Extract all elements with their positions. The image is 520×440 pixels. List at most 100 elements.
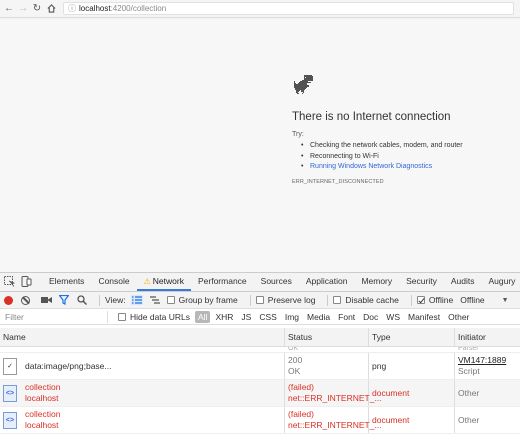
back-arrow-icon[interactable]: ← [3,3,15,15]
forward-arrow-icon[interactable]: → [17,3,29,15]
request-name: collection [25,409,61,419]
url-path: :4200/collection [110,4,167,13]
view-label: View: [105,295,126,305]
toolbar-divider [249,294,251,306]
reload-icon[interactable]: ↻ [31,3,43,15]
offline-option[interactable]: Offline [416,295,454,305]
group-by-frame-label: Group by frame [178,295,238,305]
table-row[interactable]: <> collection localhost (failed) net::ER… [0,380,520,407]
request-name: data:image/png;base... [25,360,112,371]
record-button[interactable] [4,295,13,305]
suggestions-list: Checking the network cables, modem, and … [301,141,463,173]
tab-augury[interactable]: Augury [481,276,520,291]
search-icon[interactable] [76,295,88,305]
tab-elements[interactable]: Elements [42,276,91,291]
offline-checkbox[interactable] [416,296,425,304]
group-by-frame-checkbox[interactable] [166,296,175,304]
filter-input[interactable] [2,310,108,323]
request-host: localhost [25,420,59,430]
clipped-status: OK [288,347,299,352]
initiator-kind: Script [458,366,480,376]
inspect-element-icon[interactable] [4,274,15,288]
clear-button[interactable] [21,295,30,305]
initiator-link[interactable]: VM147:1889 [458,355,520,366]
initiator-kind: Other [458,387,480,398]
tab-network-label: Network [152,276,184,286]
offline-label: Offline [428,295,454,305]
camera-icon[interactable] [40,295,52,305]
type-filter-media[interactable]: Media [304,311,333,323]
column-header-type[interactable]: Type [369,328,455,346]
clipped-initiator: Parser [458,347,479,352]
suggestion-item: Reconnecting to Wi-Fi [301,152,463,163]
tab-network[interactable]: ⚠ Network [136,276,191,291]
try-label: Try: [292,131,304,138]
toolbar-divider [410,294,412,306]
preserve-log-checkbox[interactable] [255,296,264,304]
type-filter-manifest[interactable]: Manifest [405,311,443,323]
document-file-icon: <> [3,411,17,429]
tab-audits[interactable]: Audits [444,276,482,291]
request-name: collection [25,382,61,392]
status-text: OK [288,366,301,376]
throttle-select[interactable]: Offline ▼ [460,295,508,305]
filter-bar: Hide data URLs All XHR JS CSS Img Media … [0,309,520,325]
table-header: Name Status Type Initiator [0,328,520,347]
tab-application[interactable]: Application [299,276,355,291]
large-rows-icon[interactable] [130,295,143,305]
warning-icon: ⚠ [143,277,151,286]
type-filter-all[interactable]: All [195,310,211,323]
throttle-value: Offline [460,295,485,305]
preserve-log-option[interactable]: Preserve log [255,295,316,305]
network-diagnostics-link[interactable]: Running Windows Network Diagnostics [301,162,463,173]
initiator-kind: Other [458,414,480,425]
network-request-table: Name Status Type Initiator OK Parser ✓ d… [0,328,520,440]
disable-cache-label: Disable cache [345,295,399,305]
dropdown-arrow-icon: ▼ [501,296,509,304]
type-filter-img[interactable]: Img [282,311,302,323]
device-toolbar-icon[interactable] [21,274,32,288]
tab-sources[interactable]: Sources [254,276,299,291]
type-filter-xhr[interactable]: XHR [212,311,236,323]
devtools-tabbar: Elements Console ⚠ Network Performance So… [0,273,520,292]
filter-icon[interactable] [58,295,70,305]
offline-title: There is no Internet connection [292,111,451,123]
column-header-name[interactable]: Name [0,328,285,346]
hide-data-urls-checkbox[interactable] [118,312,126,321]
column-header-initiator[interactable]: Initiator [455,328,520,346]
dinosaur-icon[interactable] [293,74,315,96]
type-filter-font[interactable]: Font [335,311,358,323]
status-code: (failed) [288,382,314,392]
table-row[interactable]: <> collection localhost (failed) net::ER… [0,407,520,434]
tab-console[interactable]: Console [91,276,136,291]
address-bar[interactable]: ⓘ localhost:4200/collection [63,2,514,15]
type-filter-css[interactable]: CSS [256,311,279,323]
tab-security[interactable]: Security [399,276,444,291]
tab-performance[interactable]: Performance [191,276,254,291]
document-file-icon: <> [3,384,17,402]
request-host: localhost [25,393,59,403]
type-filter-js[interactable]: JS [238,311,254,323]
tab-memory[interactable]: Memory [354,276,399,291]
preserve-log-label: Preserve log [267,295,316,305]
waterfall-overview-icon[interactable] [149,295,161,305]
type-filter-other[interactable]: Other [445,311,472,323]
home-icon[interactable] [45,3,57,15]
status-code: (failed) [288,409,314,419]
page-info-icon[interactable]: ⓘ [68,3,76,14]
image-file-icon: ✓ [3,357,17,375]
disable-cache-checkbox[interactable] [333,296,342,304]
request-type: document [369,380,455,406]
column-header-status[interactable]: Status [285,328,369,346]
disable-cache-option[interactable]: Disable cache [333,295,399,305]
devtools-panel: Elements Console ⚠ Network Performance So… [0,272,520,440]
hide-data-urls-option[interactable]: Hide data URLs [118,312,190,322]
request-type: document [369,407,455,433]
table-row[interactable]: ✓ data:image/png;base... 200 OK png VM14… [0,353,520,380]
network-toolbar: View: Group by frame Preserve log Disabl… [0,292,520,309]
type-filter-ws[interactable]: WS [383,311,403,323]
toolbar-divider [99,294,100,306]
group-by-frame-option[interactable]: Group by frame [166,295,238,305]
suggestion-item: Checking the network cables, modem, and … [301,141,463,152]
type-filter-doc[interactable]: Doc [360,311,381,323]
